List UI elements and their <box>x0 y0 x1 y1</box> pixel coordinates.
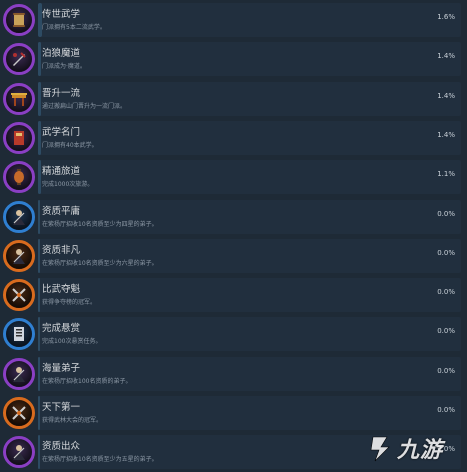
progress-bar <box>38 160 461 194</box>
unlock-percent: 0.0% <box>437 327 455 335</box>
unlock-percent: 0.0% <box>437 288 455 296</box>
achievement-description: 完成100次悬赏任务。 <box>42 338 102 345</box>
achievement-description: 门派拥有5本二流武学。 <box>42 24 106 31</box>
disciple-icon <box>3 358 35 390</box>
unlock-percent: 1.4% <box>437 131 455 139</box>
nine-game-logo-icon <box>370 436 390 462</box>
progress-fill <box>38 82 41 116</box>
disciple-icon <box>3 240 35 272</box>
progress-fill <box>38 396 40 430</box>
achievement-description: 获得武林大会的冠军。 <box>42 417 103 424</box>
progress-bar <box>38 42 461 76</box>
progress-fill <box>38 121 41 155</box>
achievement-description: 完成1000次旅游。 <box>42 181 94 188</box>
progress-fill <box>38 42 41 76</box>
achievement-description: 门派拥有40本武学。 <box>42 142 98 149</box>
unlock-percent: 0.0% <box>437 406 455 414</box>
achievement-name: 资质非凡 <box>42 245 81 256</box>
achievement-name: 比武夺魁 <box>42 284 81 295</box>
achievement-description: 在紫杨厅招收10名资质至少为四星的弟子。 <box>42 221 158 228</box>
achievement-description: 在紫杨厅招收10名资质至少为六星的弟子。 <box>42 260 158 267</box>
progress-fill <box>38 239 40 273</box>
progress-bar <box>38 3 461 37</box>
achievement-list: 传世武学 门派拥有5本二流武学。 1.6% 泊狼魔道 门派成为·魔道。 1.4% 晋升一流通… <box>0 0 467 472</box>
progress-bar <box>38 396 461 430</box>
progress-fill <box>38 357 40 391</box>
achievement-row: 武学名门门派拥有40本武学。 1.4% <box>0 118 467 158</box>
achievement-name: 海量弟子 <box>42 363 81 374</box>
achievement-row: 海量弟子在紫杨厅招收100名资质的弟子。 0.0% <box>0 354 467 394</box>
scroll-icon <box>3 4 35 36</box>
achievement-row: 资质平庸在紫杨厅招收10名资质至少为四星的弟子。 0.0% <box>0 197 467 237</box>
demon-sword-icon <box>3 43 35 75</box>
progress-fill <box>38 200 40 234</box>
unlock-percent: 1.1% <box>437 170 455 178</box>
progress-fill <box>38 160 41 194</box>
progress-fill <box>38 317 40 351</box>
disciple-icon <box>3 436 35 468</box>
achievement-description: 门派成为·魔道。 <box>42 63 86 70</box>
achievement-name: 资质出众 <box>42 441 81 452</box>
progress-fill <box>38 278 40 312</box>
achievement-name: 传世武学 <box>42 9 81 20</box>
achievement-row: 泊狼魔道门派成为·魔道。 1.4% <box>0 39 467 79</box>
achievement-row: 传世武学门派拥有5本二流武学。 1.6% <box>0 0 467 40</box>
unlock-percent: 1.4% <box>437 92 455 100</box>
achievement-name: 资质平庸 <box>42 206 81 217</box>
achievement-description: 在紫杨厅招收100名资质的弟子。 <box>42 378 132 385</box>
unlock-percent: 0.0% <box>437 210 455 218</box>
progress-bar <box>38 200 461 234</box>
watermark-text: 九游 <box>397 438 444 463</box>
crossed-swords-icon <box>3 279 35 311</box>
achievement-row: 天下第一获得武林大会的冠军。 0.0% <box>0 393 467 433</box>
achievement-row: 完成悬赏完成100次悬赏任务。 0.0% <box>0 314 467 354</box>
achievement-row: 晋升一流通过搬扁山门晋升为一流门派。 1.4% <box>0 79 467 119</box>
progress-bar <box>38 239 461 273</box>
achievement-row: 精通旅道完成1000次旅游。 1.1% <box>0 157 467 197</box>
unlock-percent: 1.4% <box>437 52 455 60</box>
achievement-name: 天下第一 <box>42 402 81 413</box>
watermark: 九游 <box>365 428 461 468</box>
progress-bar <box>38 357 461 391</box>
lantern-icon <box>3 161 35 193</box>
unlock-percent: 0.0% <box>437 367 455 375</box>
gate-icon <box>3 83 35 115</box>
disciple-icon <box>3 201 35 233</box>
achievement-description: 在紫杨厅招收10名资质至少为五星的弟子。 <box>42 456 158 463</box>
achievement-name: 完成悬赏 <box>42 323 81 334</box>
progress-fill <box>38 435 40 469</box>
crossed-swords-icon <box>3 397 35 429</box>
unlock-percent: 0.0% <box>437 249 455 257</box>
achievement-row: 资质非凡在紫杨厅招收10名资质至少为六星的弟子。 0.0% <box>0 236 467 276</box>
achievement-name: 晋升一流 <box>42 88 81 99</box>
book-icon <box>3 122 35 154</box>
unlock-percent: 1.6% <box>437 13 455 21</box>
achievement-name: 精通旅道 <box>42 166 81 177</box>
bounty-scroll-icon <box>3 318 35 350</box>
progress-bar <box>38 317 461 351</box>
achievement-row: 比武夺魁获得争夺榜的冠军。 0.0% <box>0 275 467 315</box>
achievement-description: 获得争夺榜的冠军。 <box>42 299 97 306</box>
achievement-description: 通过搬扁山门晋升为一流门派。 <box>42 103 127 110</box>
progress-bar <box>38 278 461 312</box>
achievement-name: 泊狼魔道 <box>42 48 81 59</box>
progress-bar <box>38 82 461 116</box>
achievement-name: 武学名门 <box>42 127 81 138</box>
progress-bar <box>38 121 461 155</box>
